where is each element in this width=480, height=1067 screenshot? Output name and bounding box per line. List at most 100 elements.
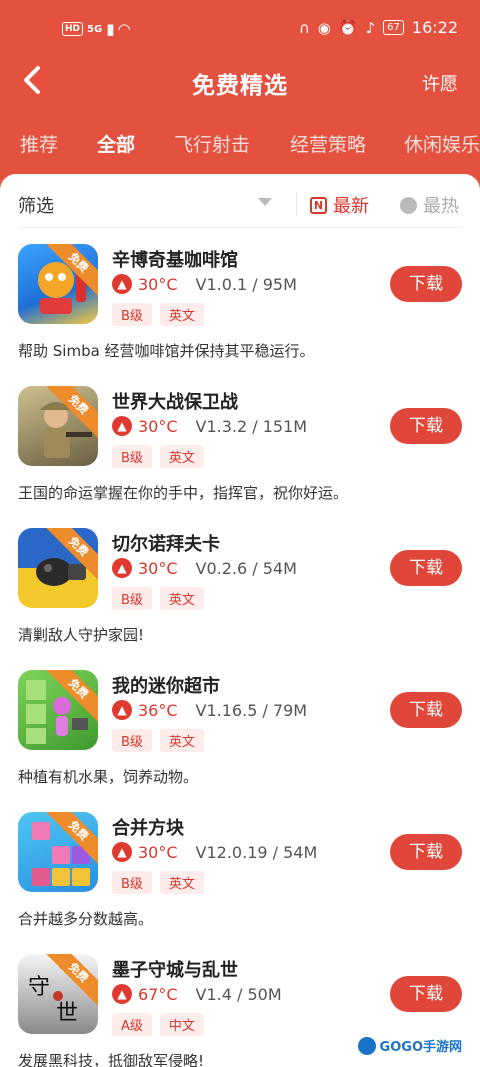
download-button[interactable]: 下载 [390,550,462,586]
hd-indicator: HD [62,22,84,36]
game-name: 我的迷你超市 [112,676,220,697]
game-version-size: V1.3.2 / 151M [195,416,308,436]
new-icon: N [310,196,327,214]
tab-casual[interactable]: 休闲娱乐 [404,130,480,157]
game-version-size: V1.4 / 50M [195,984,282,1004]
filter-label[interactable]: 筛选 [18,192,54,218]
language-tag: 英文 [159,729,204,752]
system-indicators: ∩ ◉ ⏰ ♪ 67 16:22 [299,18,458,37]
game-meta: ▲ 36°C V1.16.5 / 79M [112,700,307,720]
language-tag: 中文 [159,1013,204,1036]
game-icon: 免费 [18,386,98,466]
game-icon: 免费 [18,528,98,608]
mute-icon: ♪ [365,18,376,37]
download-button[interactable]: 下载 [390,266,462,302]
page-title: 免费精选 [192,73,288,99]
sort-newest-label: 最新 [333,196,369,217]
game-meta: ▲ 67°C V1.4 / 50M [112,984,282,1004]
game-list-panel: 筛选 N 最新 最热 免费 辛博奇基咖啡馆 ▲ 30°C V1.0.1 / 95… [0,174,480,1067]
game-name: 辛博奇基咖啡馆 [112,250,238,271]
grade-tag: B级 [112,871,152,894]
sort-hottest-label: 最热 [423,196,459,217]
download-button[interactable]: 下载 [390,408,462,444]
sort-hottest[interactable]: 最热 [400,192,459,218]
flame-icon: ▲ [112,558,132,578]
game-tags: B级 英文 [112,729,204,752]
game-tags: B级 英文 [112,587,204,610]
language-tag: 英文 [159,303,204,326]
battery-indicator: 67 [383,20,404,35]
download-button[interactable]: 下载 [390,976,462,1012]
watermark-text: GOGO手游网 [379,1040,462,1055]
game-tags: B级 英文 [112,871,204,894]
game-icon: 免费 [18,812,98,892]
flame-icon [400,196,417,214]
list-item[interactable]: 免费 我的迷你超市 ▲ 36°C V1.16.5 / 79M B级 英文 下载 … [0,656,480,798]
tab-shooting[interactable]: 飞行射击 [174,130,250,157]
game-version-size: V12.0.19 / 54M [195,842,318,862]
game-icon: 免费 [18,244,98,324]
game-name: 世界大战保卫战 [112,392,238,413]
caret-down-icon[interactable] [258,198,272,206]
svg-text:世: 世 [56,1001,78,1026]
list-item[interactable]: 免费 辛博奇基咖啡馆 ▲ 30°C V1.0.1 / 95M B级 英文 下载 … [0,230,480,372]
flame-icon: ▲ [112,416,132,436]
grade-tag: B级 [112,303,152,326]
game-description: 合并越多分数越高。 [18,910,154,928]
game-meta: ▲ 30°C V1.0.1 / 95M [112,274,297,294]
eye-icon: ◉ [317,18,331,37]
filter-bar: 筛选 N 最新 最热 [18,188,462,228]
signal-icon: ▮ [106,20,115,38]
language-tag: 英文 [159,445,204,468]
tab-strategy[interactable]: 经营策略 [290,130,366,157]
game-icon: 守世 免费 [18,954,98,1034]
game-description: 种植有机水果，饲养动物。 [18,768,199,786]
category-tabs: 推荐 全部 飞行射击 经营策略 休闲娱乐 [0,118,480,168]
game-meta: ▲ 30°C V12.0.19 / 54M [112,842,317,862]
alarm-icon: ⏰ [338,18,358,37]
flame-icon: ▲ [112,274,132,294]
game-name: 合并方块 [112,818,184,839]
svg-text:守: 守 [28,975,50,1000]
tab-recommend[interactable]: 推荐 [20,130,58,157]
game-description: 帮助 Simba 经营咖啡馆并保持其平稳运行。 [18,342,315,360]
wish-button[interactable]: 许愿 [422,70,458,96]
game-temp: 30°C [138,842,178,862]
language-tag: 英文 [159,871,204,894]
wifi-icon: ◠ [118,20,130,38]
flame-icon: ▲ [112,700,132,720]
grade-tag: B级 [112,587,152,610]
list-item[interactable]: 免费 切尔诺拜夫卡 ▲ 30°C V0.2.6 / 54M B级 英文 下载 清… [0,514,480,656]
game-temp: 30°C [138,416,178,436]
game-description: 发展黑科技，抵御敌军侵略! [18,1052,205,1067]
sort-newest[interactable]: N 最新 [310,192,369,218]
status-bar: HD 5G ▮ ◠ ∩ ◉ ⏰ ♪ 67 16:22 [0,0,480,56]
game-description: 清剿敌人守护家园! [18,626,145,644]
game-tags: B级 英文 [112,303,204,326]
clock: 16:22 [411,18,458,37]
game-description: 王国的命运掌握在你的手中，指挥官，祝你好运。 [18,484,349,502]
game-tags: B级 英文 [112,445,204,468]
download-button[interactable]: 下载 [390,692,462,728]
game-version-size: V1.0.1 / 95M [195,274,297,294]
list-item[interactable]: 免费 合并方块 ▲ 30°C V12.0.19 / 54M B级 英文 下载 合… [0,798,480,940]
download-button[interactable]: 下载 [390,834,462,870]
game-meta: ▲ 30°C V1.3.2 / 151M [112,416,307,436]
grade-tag: A级 [112,1013,152,1036]
game-temp: 30°C [138,558,178,578]
list-item[interactable]: 免费 世界大战保卫战 ▲ 30°C V1.3.2 / 151M B级 英文 下载… [0,372,480,514]
flame-icon: ▲ [112,842,132,862]
game-version-size: V1.16.5 / 79M [195,700,308,720]
site-watermark: GOGO手游网 [351,1034,468,1057]
divider [296,192,297,216]
game-temp: 30°C [138,274,178,294]
game-temp: 36°C [138,700,178,720]
network-indicators: HD 5G ▮ ◠ [62,20,130,38]
headphones-icon: ∩ [298,18,310,37]
game-temp: 67°C [138,984,178,1004]
game-version-size: V0.2.6 / 54M [195,558,297,578]
watermark-logo-icon [357,1036,376,1055]
grade-tag: B级 [112,729,152,752]
tab-all[interactable]: 全部 [97,130,135,157]
game-meta: ▲ 30°C V0.2.6 / 54M [112,558,297,578]
